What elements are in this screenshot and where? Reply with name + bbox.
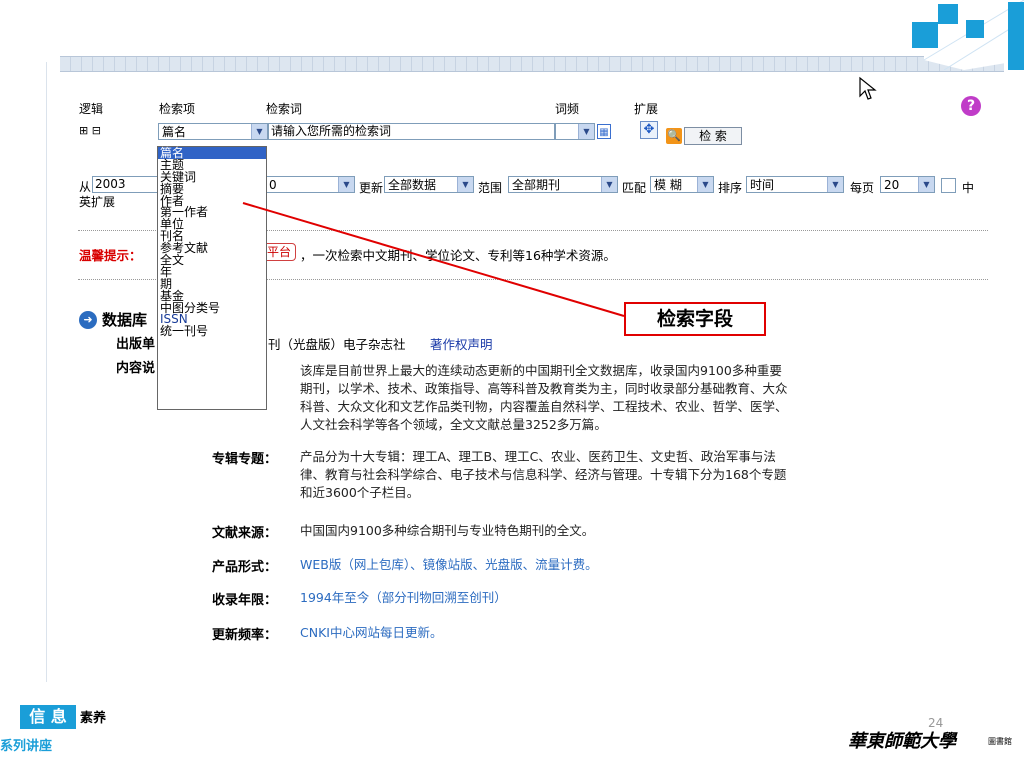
copyright-link[interactable]: 著作权声明 [430, 334, 493, 353]
dropdown-option[interactable]: 主题 [158, 159, 266, 171]
update-select[interactable]: 全部数据 ▼ [384, 176, 474, 193]
chevron-down-icon: ▼ [251, 124, 267, 139]
top-banner-strip [60, 56, 1004, 72]
question-icon[interactable]: ? [961, 96, 981, 116]
per-page-label: 每页 [850, 181, 875, 195]
match-label: 匹配 [622, 181, 647, 195]
publisher-text: 刊（光盘版）电子杂志社 [268, 337, 406, 352]
dropdown-option[interactable]: 摘要 [158, 183, 266, 195]
callout-label: 检索字段 [624, 302, 766, 336]
chevron-down-icon: ▼ [457, 177, 473, 192]
frequency-select[interactable]: ▼ [555, 123, 595, 140]
frequency-grid-icon[interactable]: ▦ [597, 124, 611, 139]
years-text: 1994年至今（部分刊物回溯至创刊） [300, 590, 507, 605]
chevron-down-icon: ▼ [918, 177, 934, 192]
freq-header: 词频 [555, 102, 580, 116]
search-button[interactable]: 检 索 [684, 127, 742, 145]
database-title: 数据库 [102, 311, 148, 329]
publisher-label: 出版单 [116, 337, 156, 352]
library-label: 圖書館 [988, 737, 1012, 746]
update-frequency-text: CNKI中心网站每日更新。 [300, 625, 443, 640]
field-header: 检索项 [159, 102, 196, 116]
content-label: 内容说 [116, 361, 156, 376]
chevron-down-icon: ▼ [578, 124, 594, 139]
database-arrow-icon: ➜ [79, 311, 97, 329]
logic-header: 逻辑 [79, 102, 104, 116]
chinese-english-checkbox[interactable] [941, 178, 956, 193]
update-frequency-label: 更新频率： [211, 628, 277, 643]
hint-platform-link[interactable]: 平台 [262, 243, 297, 261]
per-page-select[interactable]: 20 ▼ [880, 176, 935, 193]
scope-select[interactable]: 全部期刊 ▼ [508, 176, 618, 193]
extension-icon[interactable]: ✥ [640, 121, 658, 139]
chevron-down-icon: ▼ [601, 177, 617, 192]
from-year-input[interactable]: 2003 [92, 176, 160, 193]
field-dropdown-list[interactable]: 篇名 主题 关键词 摘要 作者 第一作者 单位 刊名 参考文献 全文年期基金 中图分类号 ISSN 统一… [157, 146, 267, 410]
hint-label: 温馨提示： [79, 248, 142, 263]
dropdown-option[interactable]: 全文 [158, 254, 266, 266]
mouse-cursor-icon [859, 76, 877, 100]
footer-badge: 信 息 [20, 705, 76, 729]
sort-label: 排序 [718, 181, 743, 195]
chevron-down-icon: ▼ [697, 177, 713, 192]
update-label: 更新 [359, 181, 384, 195]
years-label: 收录年限： [211, 593, 277, 608]
source-text: 中国国内9100多种综合期刊与专业特色期刊的全文。 [300, 523, 595, 538]
topics-text: 产品分为十大专辑：理工A、理工B、理工C、农业、医药卫生、文史哲、政治军事与法 … [300, 449, 787, 500]
topics-label: 专辑专题： [211, 452, 277, 467]
chevron-down-icon: ▼ [827, 177, 843, 192]
to-year-select[interactable]: 0 ▼ [265, 176, 355, 193]
university-logo: 華東師範大學 [848, 731, 956, 752]
footer-badge-tail: 素养 [80, 711, 107, 726]
term-header: 检索词 [266, 102, 303, 116]
extension-label-tail: 英扩展 [79, 195, 116, 209]
series-label: 系列讲座 [0, 739, 53, 754]
form-text: WEB版（网上包库）、镜像站版、光盘版、流量计费。 [300, 557, 598, 572]
search-term-input[interactable]: 请输入您所需的检索词 [268, 123, 555, 140]
left-divider [46, 62, 47, 682]
field-select[interactable]: 篇名 ▼ [158, 123, 268, 140]
description-intro: 该库是目前世界上最大的连续动态更新的中国期刊全文数据库，收录国内9100多种重要… [300, 363, 788, 432]
dropdown-option[interactable]: 期 [158, 278, 266, 290]
sort-select[interactable]: 时间 ▼ [746, 176, 844, 193]
chinese-english-label: 中 [962, 181, 975, 195]
chevron-down-icon: ▼ [338, 177, 354, 192]
logic-add-remove-controls[interactable]: ⊞ ⊟ [79, 124, 101, 137]
field-select-value: 篇名 [162, 125, 187, 139]
extension-header: 扩展 [634, 102, 659, 116]
search-icon: 🔍 [666, 128, 682, 144]
corner-decoration [912, 0, 1024, 70]
source-label: 文献来源： [211, 526, 277, 541]
hint-text: ，一次检索中文期刊、学位论文、专利等16种学术资源。 [300, 248, 616, 263]
form-label: 产品形式： [211, 560, 277, 575]
dropdown-option[interactable]: 基金 [158, 290, 266, 302]
dropdown-option[interactable]: 统一刊号 [158, 325, 266, 337]
dropdown-option[interactable]: 关键词 [158, 171, 266, 183]
match-select[interactable]: 模 糊 ▼ [650, 176, 714, 193]
scope-label: 范围 [478, 181, 503, 195]
dropdown-option[interactable]: 年 [158, 266, 266, 278]
